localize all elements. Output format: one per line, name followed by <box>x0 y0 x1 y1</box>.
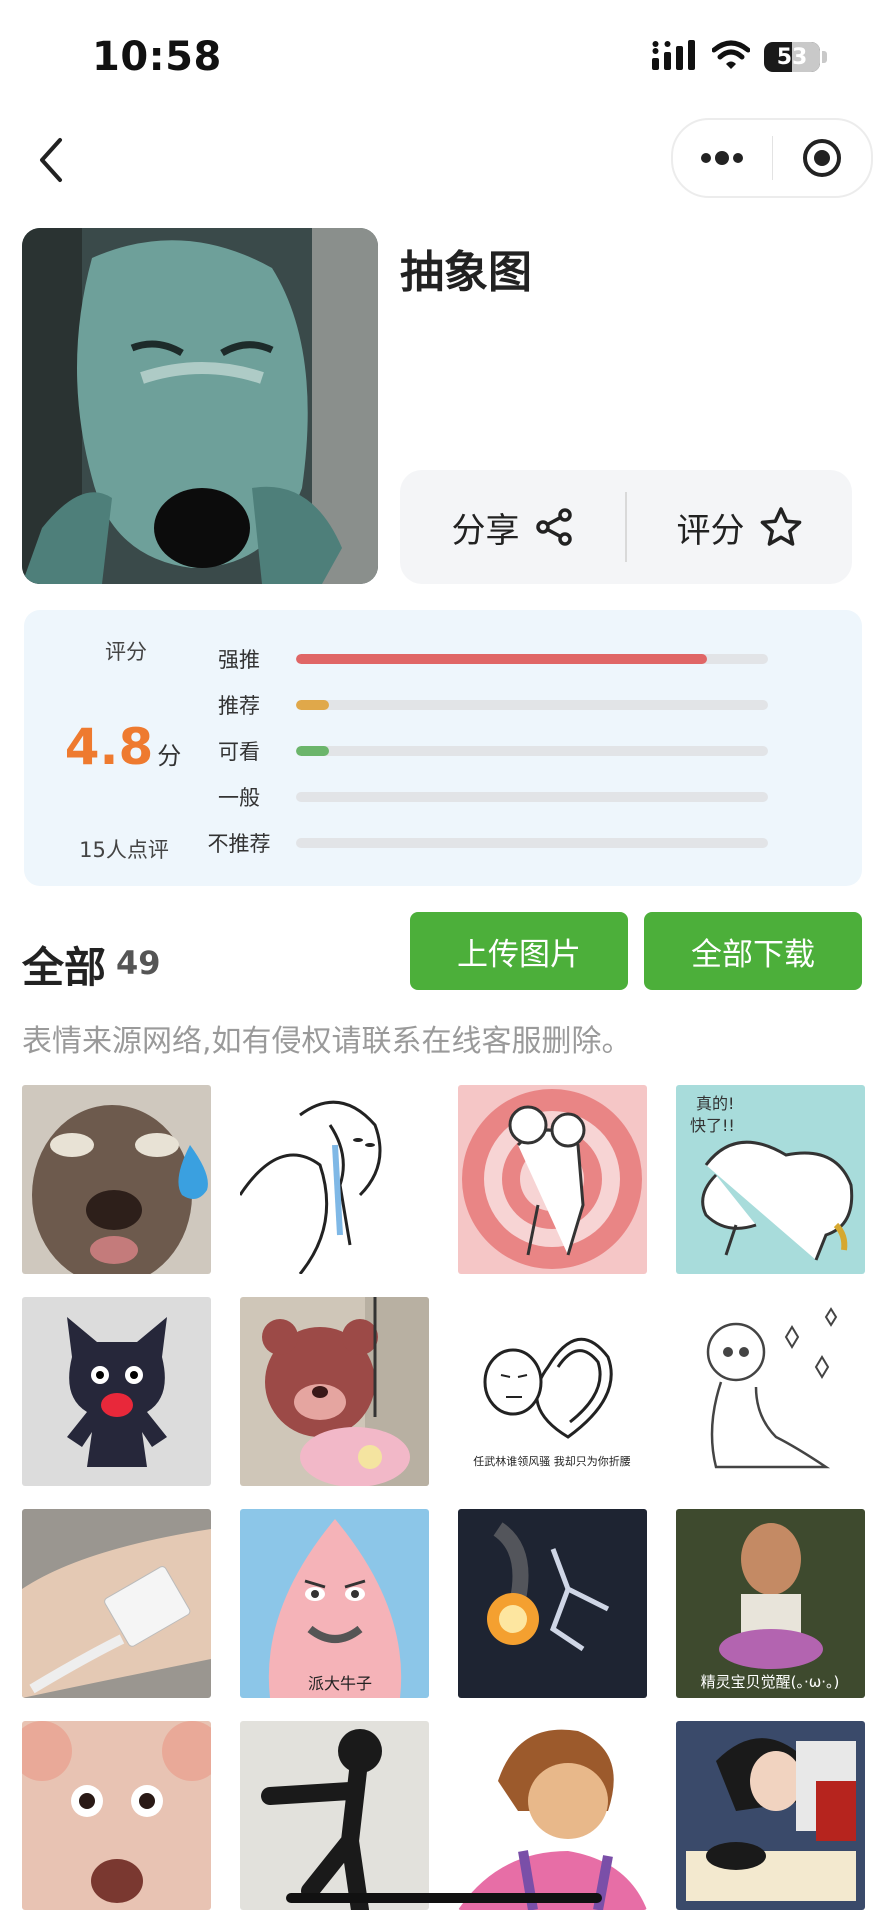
battery-tip <box>822 51 827 63</box>
tile-caption: 快了!! <box>690 1116 735 1135</box>
meme-tile[interactable]: 派大牛子 <box>240 1509 429 1698</box>
meme-tile[interactable] <box>458 1085 647 1274</box>
meme-tile[interactable] <box>458 1721 647 1910</box>
wifi-icon <box>711 40 751 74</box>
status-time: 10:58 <box>92 34 222 80</box>
bear-hug-target-meme-image <box>458 1085 647 1274</box>
share-label: 分享 <box>451 510 520 551</box>
rating-score-unit: 分 <box>157 742 182 770</box>
upload-image-button[interactable]: 上传图片 <box>410 912 628 990</box>
more-button[interactable] <box>673 120 772 196</box>
drooling-sketch-meme-image <box>240 1085 429 1274</box>
rating-label: 评分 <box>105 640 147 664</box>
meme-tile[interactable] <box>22 1085 211 1274</box>
rating-bar-track <box>296 746 768 756</box>
patrick-meme-image: 派大牛子 <box>240 1509 429 1698</box>
rating-bar-track <box>296 838 768 848</box>
rating-bar-row: 推荐 <box>194 682 814 728</box>
mini-program-capsule <box>671 118 873 198</box>
battery-level: 53 <box>776 44 808 70</box>
meme-tile[interactable] <box>240 1721 429 1910</box>
meme-tile[interactable]: 真的! 快了!! <box>676 1085 865 1274</box>
rating-bar-label: 一般 <box>218 786 260 810</box>
album-cover-image <box>22 228 378 584</box>
cellular-signal-icon <box>652 40 698 74</box>
rating-bar-row: 强推 <box>194 636 814 682</box>
rating-bar-label: 不推荐 <box>207 832 271 856</box>
snow-white-meme-image <box>676 1721 865 1910</box>
fast-dog-meme-image: 真的! 快了!! <box>676 1085 865 1274</box>
meme-tile[interactable] <box>240 1085 429 1274</box>
rating-score: 4.8 分 <box>48 718 198 776</box>
rating-count: 15人点评 <box>79 838 169 862</box>
share-button[interactable]: 分享 <box>400 503 625 552</box>
download-all-button[interactable]: 全部下载 <box>644 912 862 990</box>
fire-dancer-meme-image <box>458 1509 647 1698</box>
tile-caption: 精灵宝贝觉醒(。·ω·。) <box>701 1673 840 1691</box>
rating-bar-fill <box>296 746 330 756</box>
battery-indicator: 53 <box>764 42 820 72</box>
meme-tile[interactable] <box>22 1509 211 1698</box>
target-circle-icon <box>802 139 841 177</box>
rate-label: 评分 <box>676 510 745 551</box>
rating-bar-label: 可看 <box>218 740 260 764</box>
close-miniapp-button[interactable] <box>773 120 872 196</box>
heart-face-meme-image: 任武林谁领风骚 我却只为你折腰 <box>458 1297 647 1486</box>
fairy-awaken-meme-image: 精灵宝贝觉醒(。·ω·。) <box>676 1509 865 1698</box>
lotso-bear-meme-image <box>240 1297 429 1486</box>
rating-bar-row: 一般 <box>194 774 814 820</box>
dora-meme-image <box>458 1721 647 1910</box>
rating-bar-label: 推荐 <box>218 694 260 718</box>
meme-tile[interactable] <box>676 1297 865 1486</box>
rating-bar-track <box>296 792 768 802</box>
page-title: 抽象图 <box>400 247 532 298</box>
copyright-notice: 表情来源网络,如有侵权请联系在线客服删除。 <box>22 1024 632 1059</box>
share-icon <box>535 508 572 546</box>
rating-bar-fill <box>296 654 707 664</box>
status-icons: 53 <box>652 40 827 74</box>
rate-button[interactable]: 评分 <box>627 503 852 552</box>
meme-tile[interactable] <box>240 1297 429 1486</box>
shadow-figure-meme-image <box>240 1721 429 1910</box>
home-indicator[interactable] <box>286 1893 602 1903</box>
sitting-sketch-meme-image <box>676 1297 865 1486</box>
rating-bar-label: 强推 <box>218 648 260 672</box>
rating-bar-track <box>296 700 768 710</box>
back-button[interactable] <box>32 132 72 188</box>
rating-bar-fill <box>296 700 330 710</box>
more-dots-icon <box>701 151 744 165</box>
hand-tag-meme-image <box>22 1509 211 1698</box>
crying-dog-meme-image <box>22 1085 211 1274</box>
meme-tile[interactable] <box>22 1297 211 1486</box>
meme-tile[interactable]: 精灵宝贝觉醒(。·ω·。) <box>676 1509 865 1698</box>
pig-face-meme-image <box>22 1721 211 1910</box>
gallery-count: 49 <box>116 944 161 982</box>
star-outline-icon <box>760 507 801 546</box>
rating-bar-track <box>296 654 768 664</box>
chevron-left-icon <box>40 138 62 182</box>
tile-caption: 真的! <box>696 1094 734 1113</box>
gallery-title: 全部 <box>22 943 107 992</box>
rating-summary-card: 评分 4.8 分 15人点评 强推 推荐 可看 一般 不推荐 <box>24 610 862 886</box>
tile-caption: 任武林谁领风骚 我却只为你折腰 <box>473 1454 631 1468</box>
tile-caption: 派大牛子 <box>308 1674 372 1693</box>
meme-tile[interactable]: 任武林谁领风骚 我却只为你折腰 <box>458 1297 647 1486</box>
rating-bar-row: 可看 <box>194 728 814 774</box>
meme-tile[interactable] <box>458 1509 647 1698</box>
rating-bar-row: 不推荐 <box>194 820 814 866</box>
meme-tile[interactable] <box>676 1721 865 1910</box>
rating-score-value: 4.8 <box>64 718 154 776</box>
meme-tile[interactable] <box>22 1721 211 1910</box>
action-bar: 分享 评分 <box>400 470 852 584</box>
black-cat-doll-meme-image <box>22 1297 211 1486</box>
